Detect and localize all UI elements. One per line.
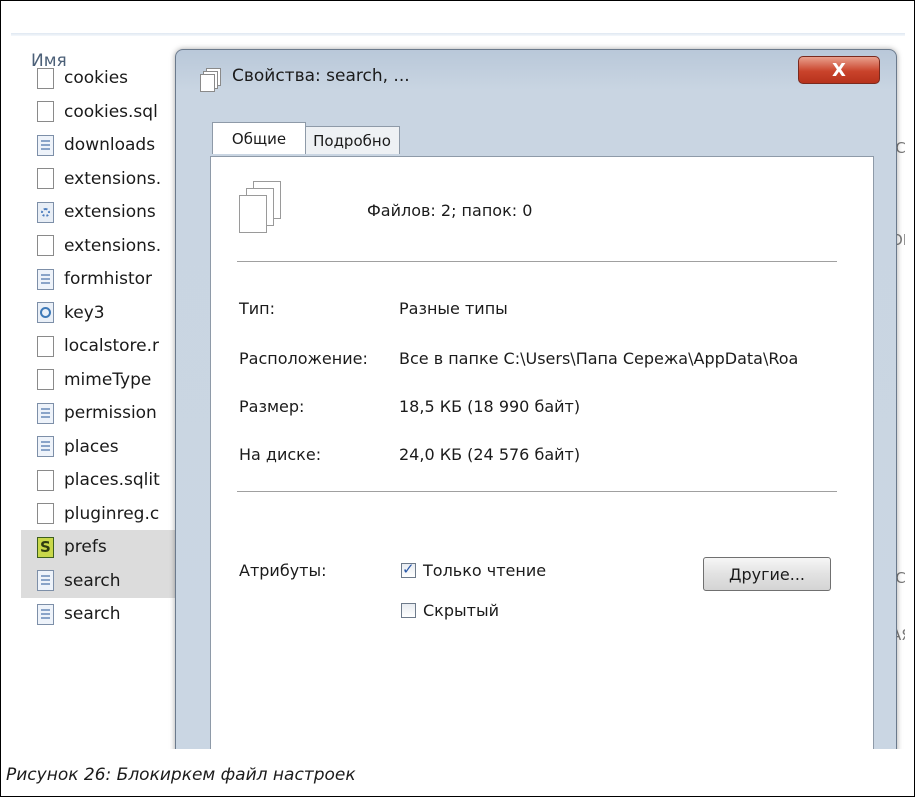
blank-file-icon <box>37 369 54 390</box>
settings-file-icon <box>37 201 54 223</box>
file-name: places <box>64 436 119 457</box>
readonly-checkbox[interactable]: ✓ <box>401 560 416 578</box>
file-name: formhistor <box>64 269 153 289</box>
header-divider <box>11 33 905 36</box>
blank-file-icon <box>37 67 54 89</box>
multiple-files-icon <box>200 68 221 92</box>
file-name: extensions. <box>64 235 162 256</box>
screenshot-area: Имя cookies cookies.sql downloads extension… <box>11 11 905 749</box>
other-attributes-button[interactable]: Другие... <box>703 557 831 591</box>
separator <box>237 491 837 493</box>
blank-file-icon <box>37 101 54 122</box>
document-file-icon <box>37 402 54 424</box>
blank-file-icon <box>37 235 54 256</box>
document-file-icon <box>37 603 54 625</box>
file-name: search <box>64 604 121 624</box>
blank-file-icon <box>37 503 54 524</box>
size-on-disk-value: 24,0 КБ (24 576 байт) <box>399 445 581 464</box>
checkmark-icon: ✓ <box>402 560 415 578</box>
dialog-title: Свойства: search, ... <box>232 66 410 86</box>
file-name: key3 <box>64 302 105 323</box>
script-file-icon <box>37 536 54 558</box>
file-name: prefs <box>64 537 107 557</box>
figure-caption: Рисунок 26: Блокиркем файл настроек <box>6 765 356 785</box>
location-value[interactable]: Все в папке C:\Users\Папа Сережа\AppData… <box>399 349 875 368</box>
file-name: cookies.sql <box>64 101 158 122</box>
document-file-icon <box>37 570 54 591</box>
readonly-label[interactable]: Только чтение <box>423 561 546 580</box>
size-value: 18,5 КБ (18 990 байт) <box>399 397 581 416</box>
file-name: pluginreg.c <box>64 503 160 524</box>
file-name: mimeType <box>64 369 152 390</box>
hidden-checkbox[interactable] <box>401 603 416 618</box>
size-on-disk-label: На диске: <box>239 445 322 464</box>
key-file-icon <box>37 302 54 323</box>
properties-dialog: Свойства: search, ... X Общие Подробно Ф… <box>175 49 897 749</box>
general-tab-panel: Файлов: 2; папок: 0 Тип: Разные типы Рас… <box>210 156 874 749</box>
location-label: Расположение: <box>239 349 368 368</box>
document-file-icon <box>37 436 54 457</box>
type-value: Разные типы <box>399 299 508 318</box>
separator <box>237 261 837 263</box>
figure-frame: Имя cookies cookies.sql downloads extension… <box>0 0 915 797</box>
file-name: downloads <box>64 135 156 155</box>
files-summary: Файлов: 2; папок: 0 <box>367 201 533 220</box>
hidden-label[interactable]: Скрытый <box>423 601 499 620</box>
file-name: search <box>64 570 121 591</box>
file-name: extensions <box>64 202 156 222</box>
file-name: localstore.r <box>64 336 160 356</box>
close-button[interactable]: X <box>798 56 880 84</box>
file-name: cookies <box>64 68 129 88</box>
tab-details[interactable]: Подробно <box>304 126 400 154</box>
size-label: Размер: <box>239 397 305 416</box>
file-name: extensions. <box>64 168 162 189</box>
multiple-files-icon <box>239 181 285 239</box>
blank-file-icon <box>37 469 54 491</box>
file-name: places.sqlit <box>64 470 160 490</box>
attributes-label: Атрибуты: <box>239 561 327 580</box>
document-file-icon <box>37 134 54 156</box>
tab-general[interactable]: Общие <box>212 122 306 154</box>
blank-file-icon <box>37 168 54 189</box>
blank-file-icon <box>37 335 54 357</box>
file-name: permission <box>64 403 157 423</box>
type-label: Тип: <box>239 299 276 318</box>
document-file-icon <box>37 268 54 290</box>
